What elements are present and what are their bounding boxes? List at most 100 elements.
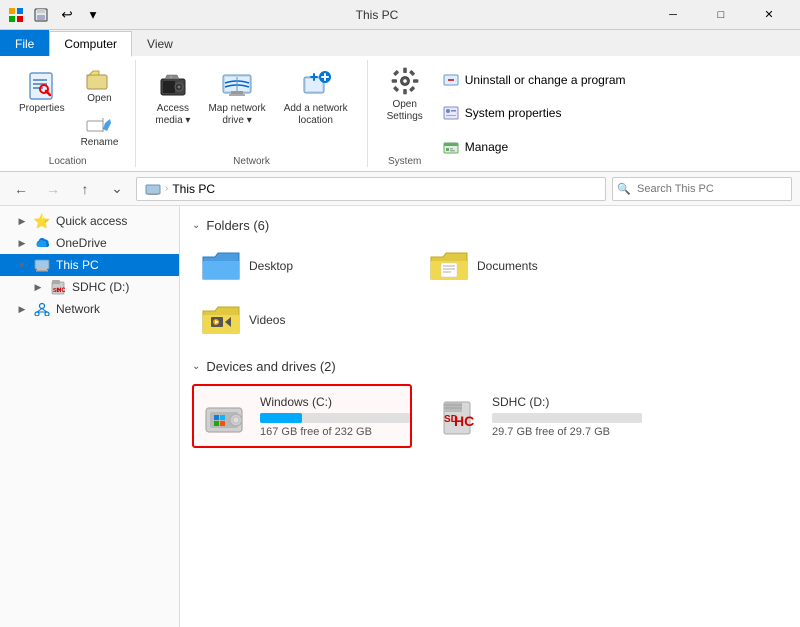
folders-grid: Desktop Documents [192,243,788,343]
open-settings-label: OpenSettings [387,99,423,123]
system-properties-label: System properties [465,106,562,120]
ribbon-group-location-items: Properties Open Rename [12,60,123,152]
properties-label: Properties [19,103,65,115]
sidebar-item-network[interactable]: ▶ Network [0,298,179,320]
map-drive-button[interactable]: Map networkdrive ▾ [201,64,272,132]
properties-icon [26,69,58,101]
onedrive-expand[interactable]: ▶ [16,237,28,249]
network-group-label: Network [233,152,270,167]
onedrive-label: OneDrive [56,236,107,250]
svg-text:HC: HC [454,413,474,429]
access-media-label: Accessmedia ▾ [155,103,190,127]
sidebar: ▶ ⭐ Quick access ▶ OneDrive ▼ [0,206,180,627]
ribbon-group-location: Properties Open Rename [0,60,136,167]
window-title: This PC [104,8,650,22]
qat-customize[interactable]: ▾ [82,4,104,26]
maximize-button[interactable]: □ [698,0,744,30]
this-pc-expand[interactable]: ▼ [16,259,28,271]
close-button[interactable]: ✕ [746,0,792,30]
tab-computer[interactable]: Computer [49,31,132,57]
ribbon-group-network-items: Accessmedia ▾ Map networkdrive ▾ [148,60,354,152]
rename-button[interactable]: Rename [76,112,124,152]
breadcrumb-pc-icon [145,181,161,197]
sdhc-drive-name: SDHC (D:) [492,395,642,409]
sidebar-item-onedrive[interactable]: ▶ OneDrive [0,232,179,254]
open-settings-button[interactable]: OpenSettings [380,60,430,128]
system-group-label: System [388,152,421,167]
drives-chevron[interactable]: ⌄ [192,361,200,372]
sidebar-item-this-pc[interactable]: ▼ This PC [0,254,179,276]
rename-label: Rename [81,137,119,149]
svg-text:HC: HC [57,288,65,294]
forward-button[interactable]: → [40,176,66,202]
properties-button[interactable]: Properties [12,64,72,120]
tab-file[interactable]: File [0,30,49,56]
sdhc-expand[interactable]: ▶ [32,281,44,293]
open-label: Open [87,93,111,105]
tab-view[interactable]: View [132,30,188,56]
this-pc-icon [34,257,50,273]
drives-section: ⌄ Devices and drives (2) [192,359,788,448]
quick-access-toolbar: ↩ ▾ [30,4,104,26]
desktop-folder-label: Desktop [249,259,293,273]
desktop-folder-icon [201,248,241,284]
search-input[interactable] [612,177,792,201]
settings-icon [389,65,421,97]
windows-drive-name: Windows (C:) [260,395,410,409]
windows-drive-progress-bar [260,413,410,423]
access-media-icon [157,69,189,101]
uninstall-icon [443,72,459,88]
windows-drive-icon [202,394,250,438]
documents-folder-icon [429,248,469,284]
sdhc-label: SDHC (D:) [72,280,129,294]
ribbon: Properties Open Rename [0,56,800,172]
drive-sdhc-d[interactable]: SD HC SDHC (D:) 29.7 GB free of 29.7 GB [424,384,644,448]
folders-chevron[interactable]: ⌄ [192,220,200,231]
back-button[interactable]: ← [8,176,34,202]
breadcrumb-arrow: › [165,183,168,194]
qat-undo[interactable]: ↩ [56,4,78,26]
address-bar: ← → ↑ ⌄ › This PC [0,172,800,206]
network-icon [34,301,50,317]
address-path[interactable]: › This PC [136,177,606,201]
recent-button[interactable]: ⌄ [104,176,130,202]
access-media-button[interactable]: Accessmedia ▾ [148,64,197,132]
network-label: Network [56,302,100,316]
folder-videos[interactable]: Videos [192,297,412,343]
uninstall-label: Uninstall or change a program [465,73,626,87]
system-properties-button[interactable]: System properties [438,102,631,124]
onedrive-icon [34,235,50,251]
quick-access-label: Quick access [56,214,127,228]
network-expand[interactable]: ▶ [16,303,28,315]
sdhc-drive-icon: SD HC [434,394,482,438]
windows-drive-progress-fill [260,413,302,423]
open-button[interactable]: Open [76,64,124,108]
drives-grid: Windows (C:) 167 GB free of 232 GB [192,384,788,448]
main-layout: ▶ ⭐ Quick access ▶ OneDrive ▼ [0,206,800,627]
add-location-label: Add a networklocation [284,103,348,127]
folder-documents[interactable]: Documents [420,243,640,289]
map-drive-icon [221,69,253,101]
sidebar-item-sdhc[interactable]: ▶ SD HC SDHC (D:) [0,276,179,298]
quick-access-expand[interactable]: ▶ [16,215,28,227]
window-controls: ─ □ ✕ [650,0,792,30]
uninstall-button[interactable]: Uninstall or change a program [438,69,631,91]
quick-access-icon: ⭐ [34,213,50,229]
location-group-label: Location [49,152,87,167]
windows-drive-info: Windows (C:) 167 GB free of 232 GB [260,395,410,438]
search-wrap [612,177,792,201]
folder-desktop[interactable]: Desktop [192,243,412,289]
title-bar-left: ↩ ▾ [8,4,104,26]
minimize-button[interactable]: ─ [650,0,696,30]
videos-folder-label: Videos [249,313,285,327]
drive-windows-c[interactable]: Windows (C:) 167 GB free of 232 GB [192,384,412,448]
breadcrumb-thispc: This PC [172,182,215,196]
drives-section-label: Devices and drives (2) [206,359,335,374]
add-location-button[interactable]: Add a networklocation [277,64,355,132]
sdhc-icon: SD HC [50,279,66,295]
sidebar-item-quick-access[interactable]: ▶ ⭐ Quick access [0,210,179,232]
up-button[interactable]: ↑ [72,176,98,202]
qat-save[interactable] [30,4,52,26]
manage-button[interactable]: Manage [438,136,631,158]
sdhc-drive-size: 29.7 GB free of 29.7 GB [492,426,642,438]
